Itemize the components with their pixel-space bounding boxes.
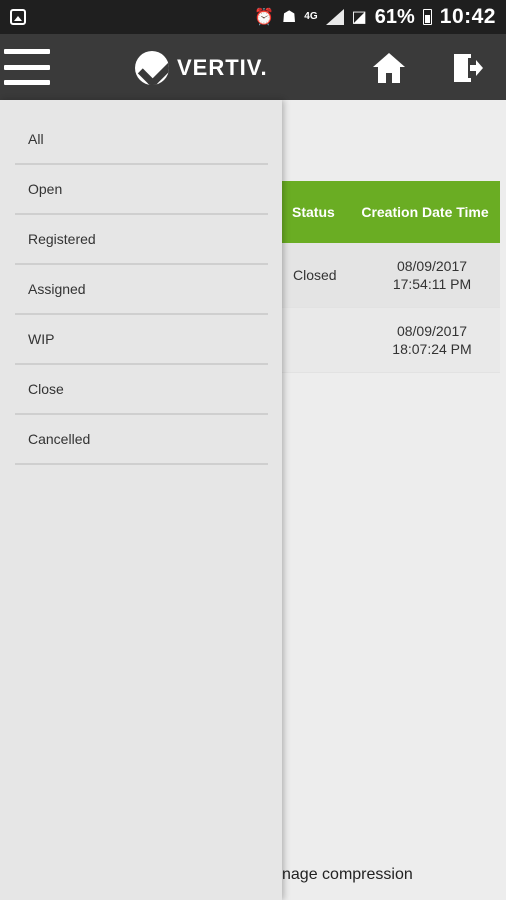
network-type: 4G <box>304 11 318 22</box>
signal-icon <box>325 9 344 25</box>
vertiv-logo-icon <box>135 51 169 85</box>
table-row[interactable]: 08/09/2017 18:07:24 PM <box>282 308 500 373</box>
column-header-creation-date: Creation Date Time <box>361 203 489 220</box>
table-row[interactable]: Closed 08/09/2017 17:54:11 PM <box>282 243 500 308</box>
hamburger-menu-icon[interactable] <box>4 49 50 85</box>
cell-date: 08/09/2017 <box>396 258 468 274</box>
cell-time: 17:54:11 PM <box>392 276 472 292</box>
logo-text: VERTIV. <box>177 55 268 80</box>
cell-creation-date: 08/09/2017 18:07:24 PM <box>364 322 500 358</box>
filter-item-wip[interactable]: WIP <box>15 315 268 365</box>
filter-list: All Open Registered Assigned WIP Close C… <box>0 100 282 465</box>
image-icon <box>10 9 26 25</box>
clock: 10:42 <box>439 5 496 28</box>
cell-status: Closed <box>293 267 337 283</box>
requests-table: Status Creation Date Time Closed 08/09/2… <box>282 181 500 373</box>
app-header: VERTIV. <box>0 34 506 100</box>
filter-item-assigned[interactable]: Assigned <box>15 265 268 315</box>
battery-percent: 61% <box>374 5 415 28</box>
column-header-status: Status <box>292 204 335 220</box>
vertiv-logo: VERTIV. <box>135 51 268 85</box>
status-bar: ⏰ ☗ 4G ◪ 61% 10:42 <box>0 0 506 34</box>
logout-icon[interactable] <box>452 52 484 84</box>
cell-time: 18:07:24 PM <box>392 341 472 357</box>
notification-icon: ☗ <box>281 7 297 26</box>
battery-icon <box>422 9 432 25</box>
filter-item-registered[interactable]: Registered <box>15 215 268 265</box>
no-sim-icon: ◪ <box>351 7 367 26</box>
filter-item-close[interactable]: Close <box>15 365 268 415</box>
filter-item-cancelled[interactable]: Cancelled <box>15 415 268 465</box>
filter-item-open[interactable]: Open <box>15 165 268 215</box>
home-icon[interactable] <box>372 52 406 84</box>
table-header: Status Creation Date Time <box>282 181 500 243</box>
cell-creation-date: 08/09/2017 17:54:11 PM <box>364 257 500 293</box>
filter-item-all[interactable]: All <box>15 115 268 165</box>
alarm-icon: ⏰ <box>254 7 274 26</box>
filter-drawer: All Open Registered Assigned WIP Close C… <box>0 100 282 900</box>
footer-text: nage compression <box>282 866 413 883</box>
cell-date: 08/09/2017 <box>396 323 468 339</box>
